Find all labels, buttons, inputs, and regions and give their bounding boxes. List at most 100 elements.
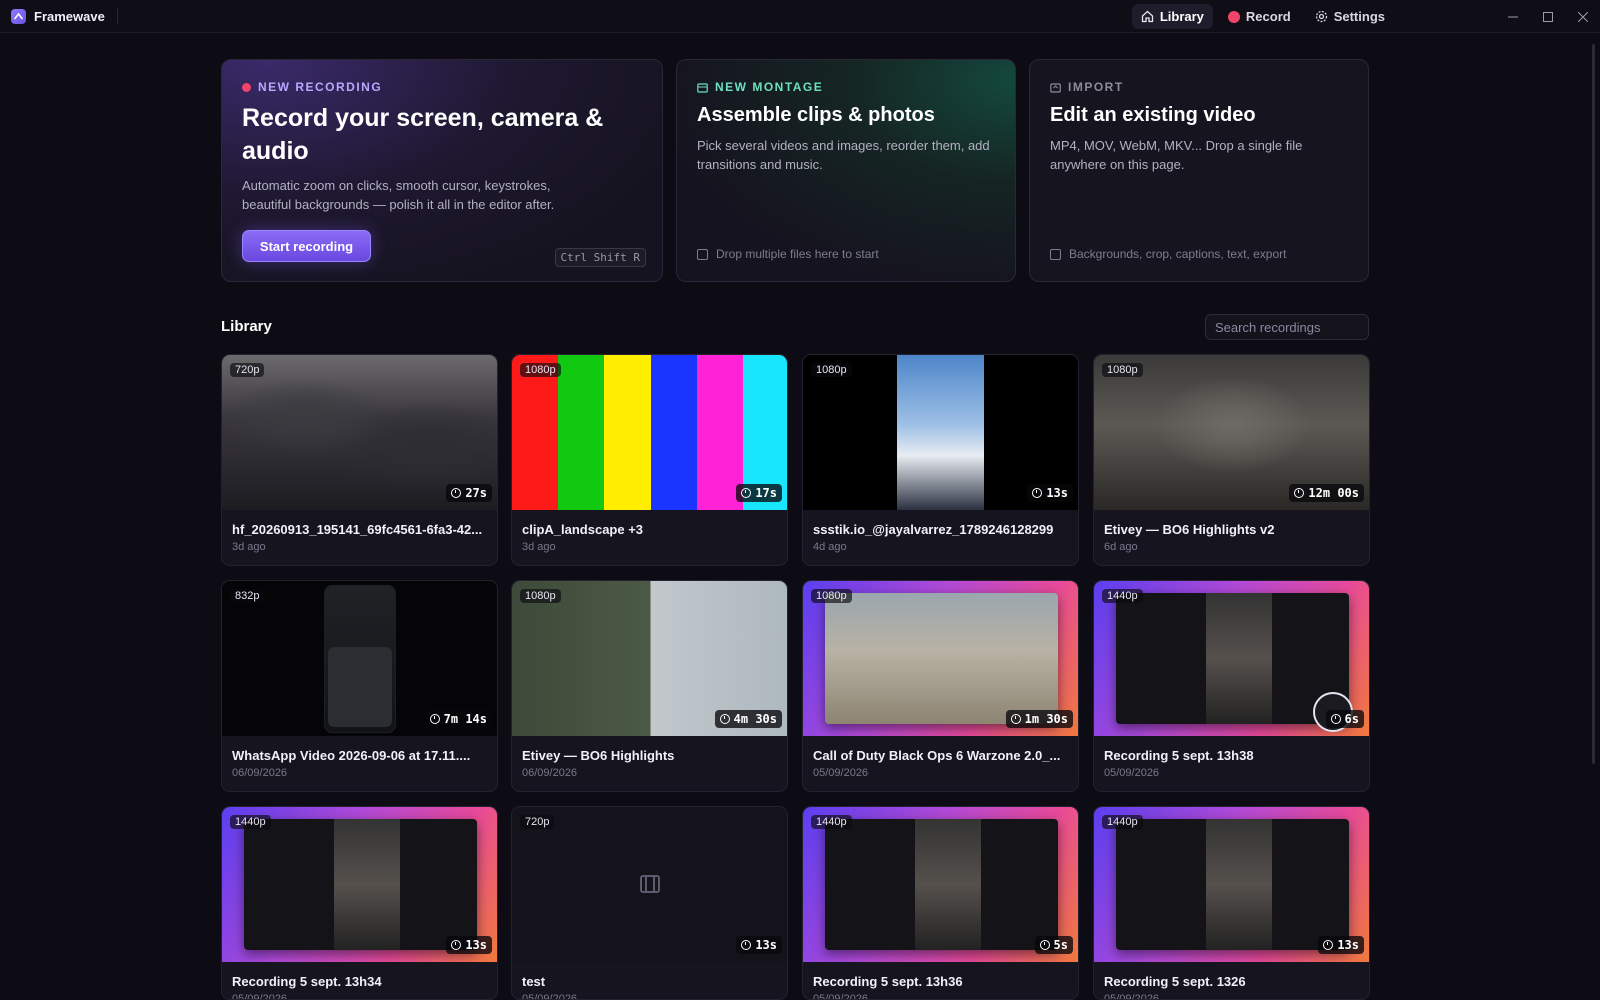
duration-badge: 1m 30s xyxy=(1005,710,1073,728)
recording-date: 05/09/2026 xyxy=(813,993,869,1000)
new-montage-footer-label: Drop multiple files here to start xyxy=(716,247,879,261)
recording-thumbnail[interactable]: 1080p 4m 30s xyxy=(512,581,787,736)
resolution-badge: 1440p xyxy=(230,815,271,829)
import-title: Edit an existing video xyxy=(1050,104,1256,126)
recording-card[interactable]: 1080p 13s ssstik.io_@jayalvarrez_178924612… xyxy=(802,354,1079,566)
recording-thumbnail[interactable]: 832p 7m 14s xyxy=(222,581,497,736)
recording-card[interactable]: 720p 13s test 05/09/2026 xyxy=(511,806,788,1000)
recording-thumbnail[interactable]: 1080p 17s xyxy=(512,355,787,510)
title-bar-divider xyxy=(116,8,118,24)
montage-icon xyxy=(697,82,708,93)
recording-card[interactable]: 1080p 17s clipA_landscape +3 3d ago xyxy=(511,354,788,566)
recording-title: Recording 5 sept. 13h38 xyxy=(1104,748,1254,763)
resolution-badge: 720p xyxy=(520,815,555,829)
recording-thumbnail[interactable]: 1080p 13s xyxy=(803,355,1078,510)
video-frame xyxy=(897,355,984,510)
new-recording-title: Record your screen, camera & audio xyxy=(242,104,604,165)
recording-title: Recording 5 sept. 13h34 xyxy=(232,974,382,989)
search-input[interactable] xyxy=(1205,314,1369,340)
nav-library[interactable]: Library xyxy=(1131,4,1213,29)
import-footer: Backgrounds, crop, captions, text, expor… xyxy=(1050,247,1286,261)
recording-date: 05/09/2026 xyxy=(522,993,578,1000)
recording-title: WhatsApp Video 2026-09-06 at 17.11.... xyxy=(232,748,471,763)
close-icon xyxy=(1577,11,1588,22)
clock-icon xyxy=(741,488,752,498)
recording-card[interactable]: 1440p 13s Recording 5 sept. 1326 05/09/2026 xyxy=(1093,806,1370,1000)
duration-label: 27s xyxy=(465,486,487,500)
recording-date: 3d ago xyxy=(232,541,266,553)
new-montage-eyebrow-label: NEW MONTAGE xyxy=(715,80,824,94)
recording-date: 05/09/2026 xyxy=(1104,993,1160,1000)
recording-card[interactable]: 1440p 13s Recording 5 sept. 13h34 05/09/202… xyxy=(221,806,498,1000)
embedded-video xyxy=(915,819,981,950)
film-icon xyxy=(697,248,708,260)
close-button[interactable] xyxy=(1565,0,1600,33)
duration-label: 13s xyxy=(1337,938,1359,952)
embedded-video xyxy=(334,819,400,950)
shortcut-hint: Ctrl Shift R xyxy=(554,248,646,267)
recording-date: 3d ago xyxy=(522,541,556,553)
recording-thumbnail[interactable]: 1440p 13s xyxy=(1094,807,1369,962)
top-nav: Library Record Settings xyxy=(1131,4,1394,29)
recording-card[interactable]: 1080p 12m 00s Etivey — BO6 Highlights v2 6d… xyxy=(1093,354,1370,566)
import-icon xyxy=(1050,82,1061,93)
import-card[interactable]: IMPORT Edit an existing video MP4, MOV, … xyxy=(1029,59,1369,282)
title-bar: Framewave Library Record Settings xyxy=(0,0,1600,33)
recording-thumbnail[interactable]: 720p 27s xyxy=(222,355,497,510)
home-icon xyxy=(1141,10,1153,23)
recording-title: Etivey — BO6 Highlights v2 xyxy=(1104,522,1275,537)
recording-date: 05/09/2026 xyxy=(813,767,869,779)
clock-icon xyxy=(1032,488,1043,498)
recording-title: clipA_landscape +3 xyxy=(522,522,644,537)
recording-card[interactable]: 1440p 6s Recording 5 sept. 13h38 05/09/2026 xyxy=(1093,580,1370,792)
minimize-button[interactable] xyxy=(1495,0,1530,33)
recording-card[interactable]: 1080p 1m 30s Call of Duty Black Ops 6 Warz… xyxy=(802,580,1079,792)
window-controls xyxy=(1495,0,1600,33)
scrollbar-thumb[interactable] xyxy=(1592,44,1595,764)
recording-thumbnail[interactable]: 1440p 13s xyxy=(222,807,497,962)
nav-record-label: Record xyxy=(1245,9,1291,24)
duration-badge: 27s xyxy=(446,484,492,502)
nav-settings-label: Settings xyxy=(1333,9,1385,24)
duration-label: 1m 30s xyxy=(1024,712,1068,726)
record-dot-icon xyxy=(1227,10,1240,23)
resolution-badge: 720p xyxy=(230,363,265,377)
nav-settings[interactable]: Settings xyxy=(1306,4,1394,29)
duration-label: 17s xyxy=(755,486,777,500)
recording-card[interactable]: 1440p 5s Recording 5 sept. 13h36 05/09/2026 xyxy=(802,806,1079,1000)
import-eyebrow-label: IMPORT xyxy=(1068,80,1124,94)
recording-thumbnail[interactable]: 720p 13s xyxy=(512,807,787,962)
import-eyebrow: IMPORT xyxy=(1050,80,1124,94)
recording-thumbnail[interactable]: 1080p 12m 00s xyxy=(1094,355,1369,510)
clock-icon xyxy=(1039,940,1050,950)
scrollbar[interactable] xyxy=(1590,36,1597,764)
duration-label: 5s xyxy=(1053,938,1068,952)
clock-icon xyxy=(719,714,730,724)
recording-title: Etivey — BO6 Highlights xyxy=(522,748,675,763)
recording-card[interactable]: 1080p 4m 30s Etivey — BO6 Highlights 06/09/… xyxy=(511,580,788,792)
duration-badge: 7m 14s xyxy=(424,710,492,728)
new-montage-card[interactable]: NEW MONTAGE Assemble clips & photos Pick… xyxy=(676,59,1016,282)
duration-badge: 13s xyxy=(1318,936,1364,954)
new-montage-footer: Drop multiple files here to start xyxy=(697,247,879,261)
minimize-icon xyxy=(1507,16,1518,17)
resolution-badge: 1440p xyxy=(811,815,852,829)
start-recording-button[interactable]: Start recording xyxy=(242,230,371,262)
nav-record[interactable]: Record xyxy=(1219,4,1300,29)
new-recording-eyebrow-label: NEW RECORDING xyxy=(258,80,383,94)
resolution-badge: 1080p xyxy=(811,363,852,377)
embedded-video xyxy=(1206,593,1272,724)
recording-title: hf_20260913_195141_69fc4561-6fa3-42... xyxy=(232,522,483,537)
maximize-button[interactable] xyxy=(1530,0,1565,33)
film-icon xyxy=(1050,248,1061,260)
import-description: MP4, MOV, WebM, MKV... Drop a single fil… xyxy=(1050,138,1303,172)
screen-capture xyxy=(244,819,477,950)
app-logo-icon xyxy=(11,8,26,24)
phone-dialog xyxy=(328,647,392,727)
recording-card[interactable]: 720p 27s hf_20260913_195141_69fc4561-6fa3-… xyxy=(221,354,498,566)
recording-card[interactable]: 832p 7m 14s WhatsApp Video 2026-09-06 at 1… xyxy=(221,580,498,792)
recording-thumbnail[interactable]: 1440p 6s xyxy=(1094,581,1369,736)
recording-thumbnail[interactable]: 1440p 5s xyxy=(803,807,1078,962)
recording-thumbnail[interactable]: 1080p 1m 30s xyxy=(803,581,1078,736)
resolution-badge: 1440p xyxy=(1102,815,1143,829)
